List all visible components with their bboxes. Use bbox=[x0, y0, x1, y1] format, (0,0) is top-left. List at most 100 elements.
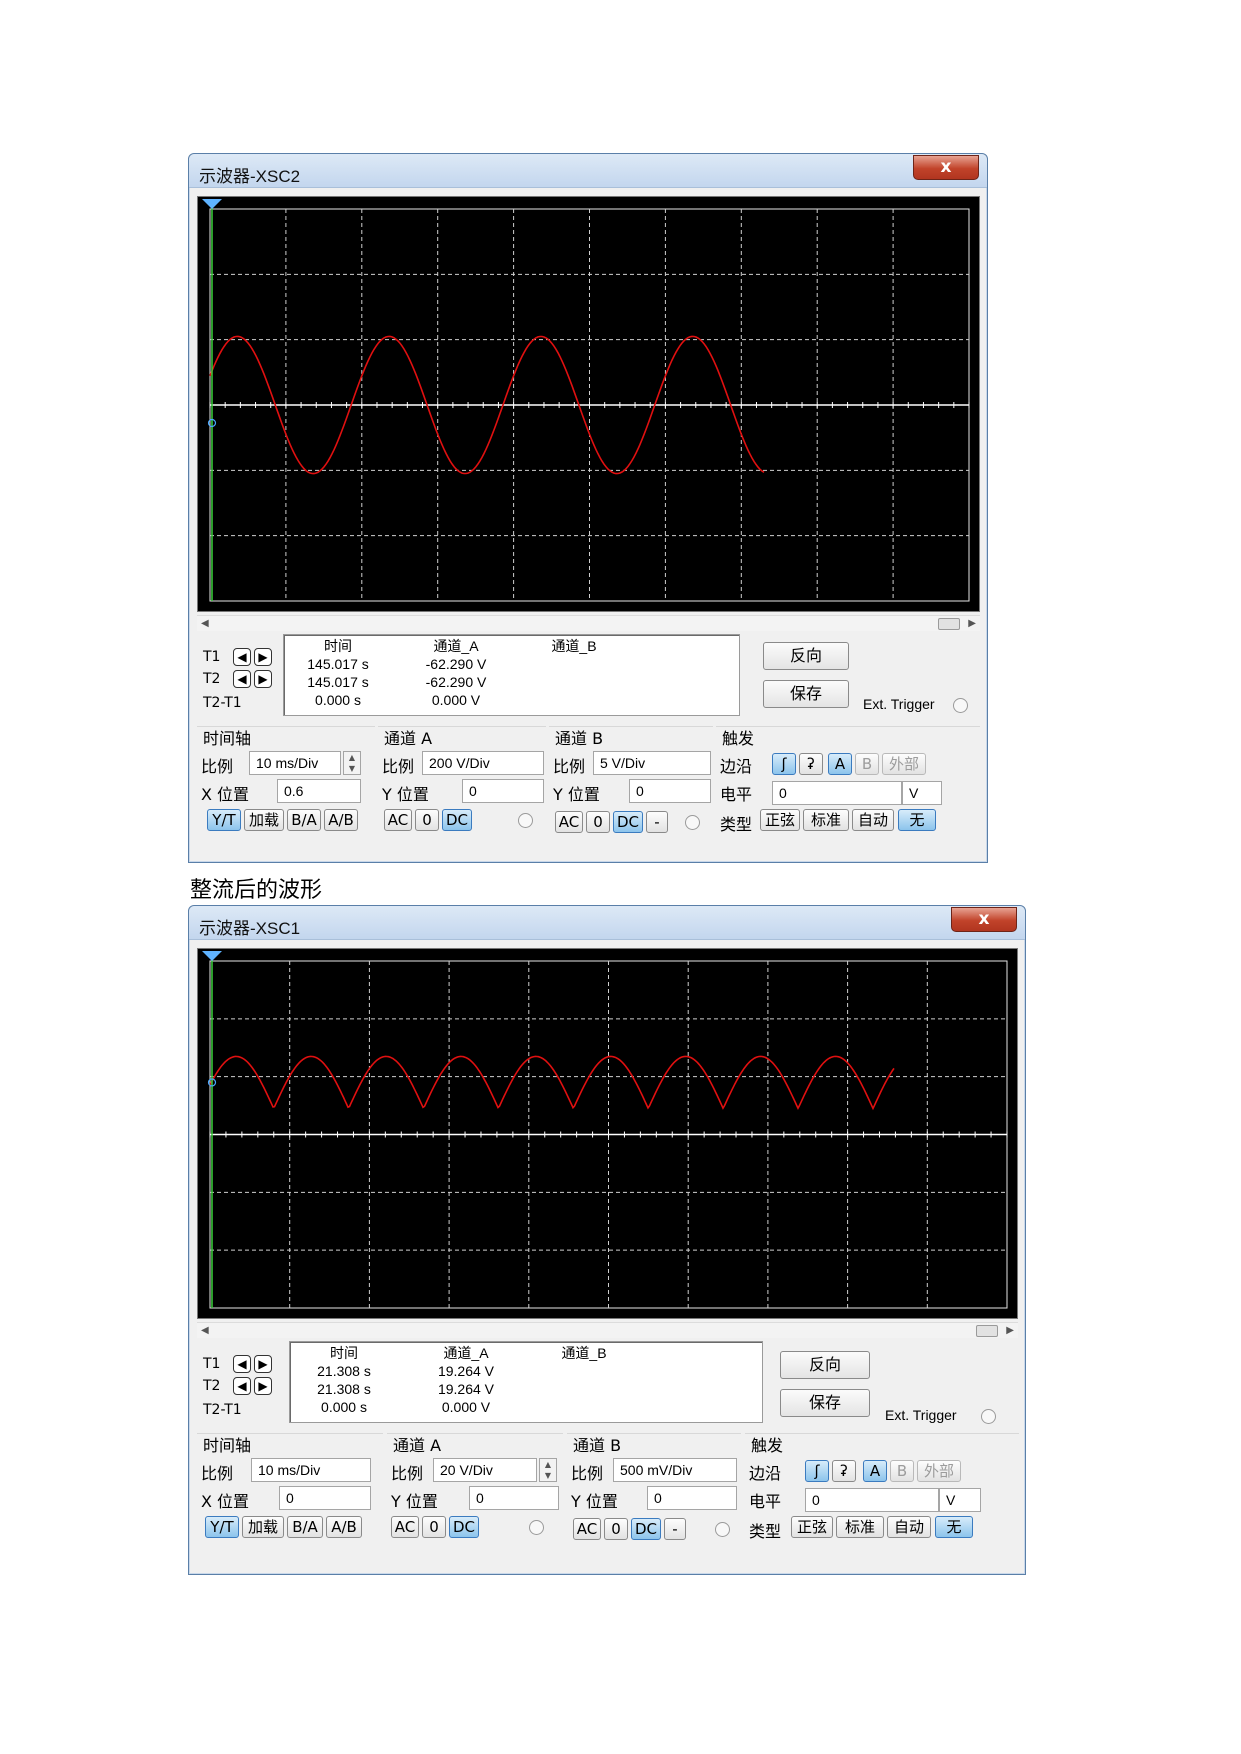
chb-dc-button[interactable]: DC bbox=[631, 1518, 661, 1540]
scroll-thumb[interactable] bbox=[938, 618, 960, 630]
trigger-source-a-button[interactable]: A bbox=[828, 753, 852, 775]
titlebar[interactable]: 示波器-XSC1 x bbox=[189, 906, 1025, 940]
cha-ac-button[interactable]: AC bbox=[391, 1516, 419, 1538]
chb-ac-button[interactable]: AC bbox=[573, 1518, 601, 1540]
cha-dc-button[interactable]: DC bbox=[449, 1516, 479, 1538]
ab-button[interactable]: A/B bbox=[324, 809, 358, 831]
cha-zero-button[interactable]: 0 bbox=[422, 1516, 446, 1538]
t1-left-arrow-icon[interactable]: ◀ bbox=[233, 648, 251, 666]
cha-ac-button[interactable]: AC bbox=[384, 809, 412, 831]
type-none-button[interactable]: 无 bbox=[935, 1516, 973, 1538]
yt-button[interactable]: Y/T bbox=[205, 1516, 239, 1538]
type-standard-button[interactable]: 标准 bbox=[803, 809, 849, 831]
timebase-spinner[interactable]: ▲ ▼ bbox=[343, 751, 361, 775]
type-sine-button[interactable]: 正弦 bbox=[760, 809, 800, 831]
channel-b-title: 通道 B bbox=[573, 1436, 622, 1455]
save-button[interactable]: 保存 bbox=[780, 1389, 870, 1417]
chb-ac-button[interactable]: AC bbox=[555, 811, 583, 833]
t2-right-arrow-icon[interactable]: ▶ bbox=[254, 670, 272, 688]
cha-dc-button[interactable]: DC bbox=[442, 809, 472, 831]
trigger-source-b-button[interactable]: B bbox=[890, 1460, 914, 1482]
ext-trigger-radio[interactable] bbox=[953, 698, 968, 713]
trigger-level-unit[interactable]: V bbox=[939, 1488, 981, 1512]
trigger-level-input[interactable]: 0 bbox=[805, 1488, 939, 1512]
falling-edge-icon[interactable]: ʡ bbox=[832, 1460, 856, 1482]
chb-scale-input[interactable]: 5 V/Div bbox=[593, 751, 711, 775]
type-sine-button[interactable]: 正弦 bbox=[791, 1516, 833, 1538]
scroll-left-arrow-icon[interactable]: ◀ bbox=[201, 616, 209, 632]
timebase-scale-input[interactable]: 10 ms/Div bbox=[249, 751, 341, 775]
horizontal-scrollbar[interactable]: ◀ ▶ bbox=[197, 1322, 1018, 1338]
add-button[interactable]: 加载 bbox=[242, 1516, 284, 1538]
t1-right-arrow-icon[interactable]: ▶ bbox=[254, 1355, 272, 1373]
trigger-level-unit[interactable]: V bbox=[902, 781, 942, 805]
chb-radio[interactable] bbox=[715, 1522, 730, 1537]
chb-ypos-input[interactable]: 0 bbox=[629, 779, 711, 803]
chb-minus-button[interactable]: - bbox=[664, 1518, 686, 1540]
chb-scale-input[interactable]: 500 mV/Div bbox=[613, 1458, 737, 1482]
reverse-button[interactable]: 反向 bbox=[763, 642, 849, 670]
t2-left-arrow-icon[interactable]: ◀ bbox=[233, 670, 251, 688]
col-time-header: 时间 bbox=[330, 1345, 358, 1361]
rising-edge-icon[interactable]: ʃ bbox=[805, 1460, 829, 1482]
type-auto-button[interactable]: 自动 bbox=[887, 1516, 931, 1538]
cha-scale-spinner[interactable]: ▲ ▼ bbox=[539, 1458, 557, 1482]
col-chb: 通道_B bbox=[534, 1344, 634, 1362]
chb-zero-button[interactable]: 0 bbox=[604, 1518, 628, 1540]
rising-edge-icon[interactable]: ʃ bbox=[772, 753, 796, 775]
oscilloscope-window-xsc1[interactable]: 示波器-XSC1 x ◀ ▶ T1 ◀ ▶ T2 ◀ ▶ T2-T1 时间 21… bbox=[188, 905, 1026, 1575]
ext-trigger-radio[interactable] bbox=[981, 1409, 996, 1424]
yt-button[interactable]: Y/T bbox=[207, 809, 241, 831]
cursor-t1-row: T1 ◀ ▶ bbox=[203, 1353, 281, 1375]
scroll-right-arrow-icon[interactable]: ▶ bbox=[1006, 1323, 1014, 1339]
cha-scale-label: 比例 bbox=[391, 1464, 424, 1483]
t1-left-arrow-icon[interactable]: ◀ bbox=[233, 1355, 251, 1373]
cha-ypos-input[interactable]: 0 bbox=[469, 1486, 559, 1510]
ba-button[interactable]: B/A bbox=[287, 1516, 323, 1538]
trigger-source-b-button[interactable]: B bbox=[855, 753, 879, 775]
ab-button[interactable]: A/B bbox=[326, 1516, 362, 1538]
type-standard-button[interactable]: 标准 bbox=[836, 1516, 884, 1538]
cha-radio[interactable] bbox=[529, 1520, 544, 1535]
scope-screen[interactable] bbox=[197, 948, 1018, 1319]
reverse-button[interactable]: 反向 bbox=[780, 1351, 870, 1379]
t2-right-arrow-icon[interactable]: ▶ bbox=[254, 1377, 272, 1395]
trigger-type-label: 类型 bbox=[720, 815, 753, 834]
type-auto-button[interactable]: 自动 bbox=[852, 809, 894, 831]
close-button[interactable]: x bbox=[913, 155, 979, 180]
t1-right-arrow-icon[interactable]: ▶ bbox=[254, 648, 272, 666]
scroll-right-arrow-icon[interactable]: ▶ bbox=[968, 616, 976, 632]
chb-dc-button[interactable]: DC bbox=[613, 811, 643, 833]
trigger-source-ext-button[interactable]: 外部 bbox=[882, 753, 926, 775]
horizontal-scrollbar[interactable]: ◀ ▶ bbox=[197, 615, 980, 631]
chb-radio[interactable] bbox=[685, 815, 700, 830]
trigger-edge-label: 边沿 bbox=[720, 757, 753, 776]
falling-edge-icon[interactable]: ʡ bbox=[799, 753, 823, 775]
timebase-xpos-input[interactable]: 0 bbox=[279, 1486, 371, 1510]
oscilloscope-window-xsc2[interactable]: 示波器-XSC2 x ◀ ▶ T1 ◀ ▶ T2 ◀ ▶ T2-T1 时间 14… bbox=[188, 153, 988, 863]
add-button[interactable]: 加载 bbox=[244, 809, 284, 831]
trigger-source-ext-button[interactable]: 外部 bbox=[917, 1460, 961, 1482]
cha-radio[interactable] bbox=[518, 813, 533, 828]
type-none-button[interactable]: 无 bbox=[898, 809, 936, 831]
timebase-xpos-input[interactable]: 0.6 bbox=[277, 779, 361, 803]
timebase-scale-input[interactable]: 10 ms/Div bbox=[251, 1458, 371, 1482]
close-button[interactable]: x bbox=[951, 907, 1017, 932]
cha-scale-input[interactable]: 200 V/Div bbox=[422, 751, 544, 775]
save-button[interactable]: 保存 bbox=[763, 680, 849, 708]
scroll-left-arrow-icon[interactable]: ◀ bbox=[201, 1323, 209, 1339]
chb-ypos-input[interactable]: 0 bbox=[647, 1486, 737, 1510]
cha-ypos-input[interactable]: 0 bbox=[462, 779, 544, 803]
ba-button[interactable]: B/A bbox=[287, 809, 321, 831]
trigger-level-input[interactable]: 0 bbox=[772, 781, 902, 805]
chb-minus-button[interactable]: - bbox=[646, 811, 668, 833]
trigger-source-a-button[interactable]: A bbox=[863, 1460, 887, 1482]
chb-zero-button[interactable]: 0 bbox=[586, 811, 610, 833]
titlebar[interactable]: 示波器-XSC2 x bbox=[189, 154, 987, 188]
scope-screen[interactable] bbox=[197, 196, 980, 612]
channel-a-trace bbox=[209, 1055, 895, 1111]
scroll-thumb[interactable] bbox=[976, 1325, 998, 1337]
cha-zero-button[interactable]: 0 bbox=[415, 809, 439, 831]
t2-left-arrow-icon[interactable]: ◀ bbox=[233, 1377, 251, 1395]
cha-scale-input[interactable]: 20 V/Div bbox=[433, 1458, 537, 1482]
